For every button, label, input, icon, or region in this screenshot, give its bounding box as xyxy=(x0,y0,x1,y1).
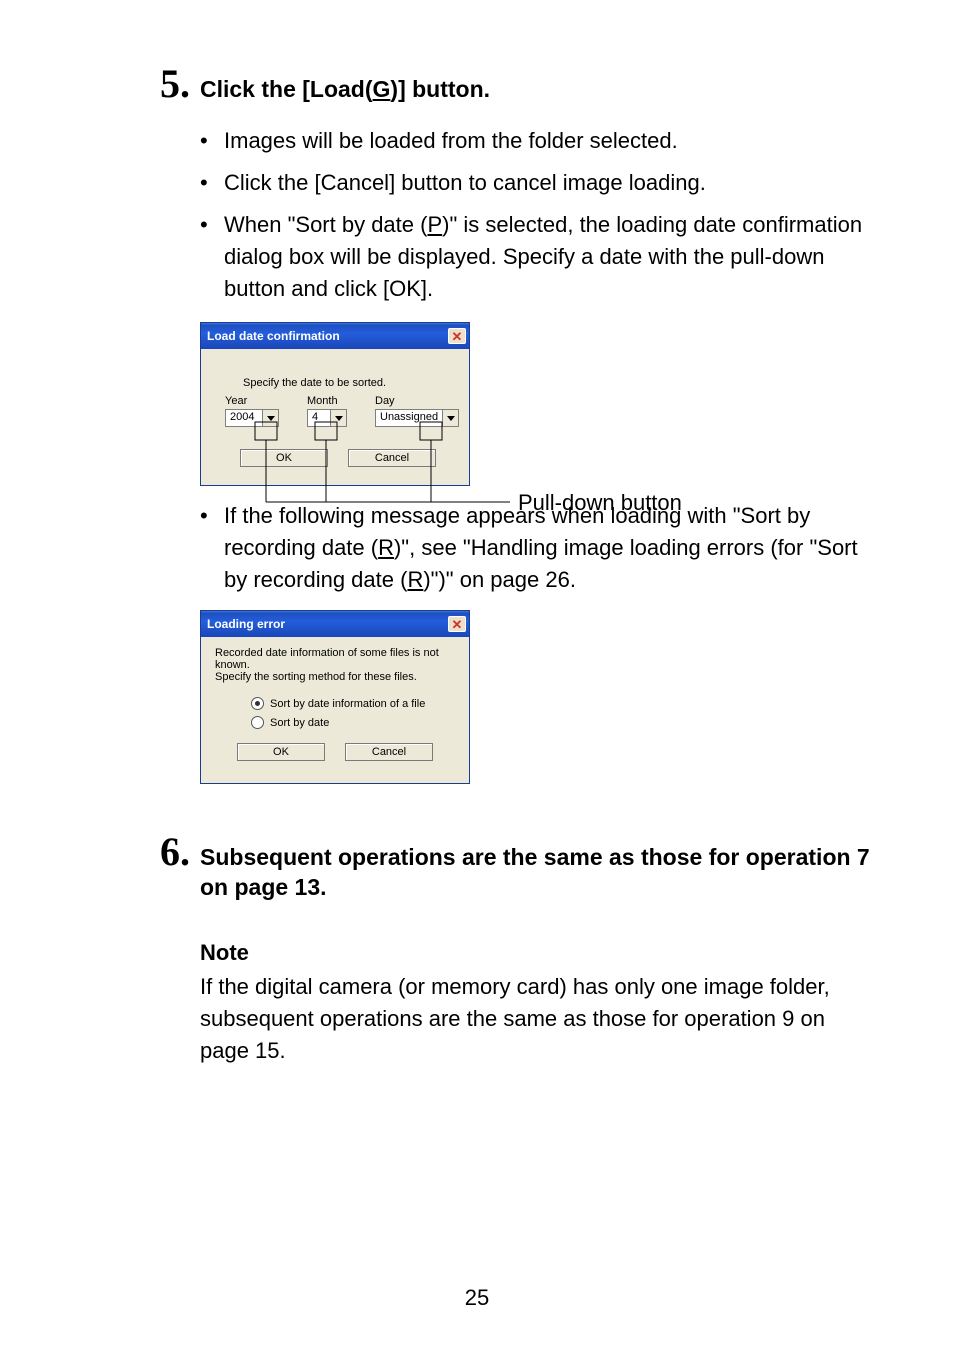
radio-option-sort-by-date[interactable]: Sort by date xyxy=(251,716,455,729)
bullet-item: Click the [Cancel] button to cancel imag… xyxy=(200,167,874,199)
radio-group: Sort by date information of a file Sort … xyxy=(251,697,455,729)
dialog2-title: Loading error xyxy=(207,617,285,631)
date-row: Year 2004 Month 4 Day xyxy=(225,395,451,427)
month-combo[interactable]: 4 xyxy=(307,409,347,427)
ok-button[interactable]: OK xyxy=(237,743,325,761)
step5-bullets: Images will be loaded from the folder se… xyxy=(200,125,874,304)
dialog1-body: Specify the date to be sorted. Year 2004… xyxy=(201,349,469,485)
dialog2-msg-line2: Specify the sorting method for these fil… xyxy=(215,671,455,683)
page: 5. Click the [Load(G)] button. Images wi… xyxy=(0,0,954,1066)
dialog2-titlebar: Loading error ✕ xyxy=(201,611,469,637)
bullet-item: If the following message appears when lo… xyxy=(200,500,874,596)
dialog1-button-row: OK Cancel xyxy=(225,449,451,467)
year-dropdown-arrow[interactable] xyxy=(262,410,278,426)
step6-number: 6. xyxy=(160,828,190,875)
step5-title: Click the [Load(G)] button. xyxy=(200,75,490,105)
close-button[interactable]: ✕ xyxy=(448,616,466,632)
close-icon: ✕ xyxy=(452,618,463,631)
month-dropdown-arrow[interactable] xyxy=(330,410,346,426)
radio-option-file-date[interactable]: Sort by date information of a file xyxy=(251,697,455,710)
day-dropdown-arrow[interactable] xyxy=(442,410,458,426)
step5-number: 5. xyxy=(160,60,190,107)
chevron-down-icon xyxy=(335,416,343,421)
chevron-down-icon xyxy=(447,416,455,421)
dialog2-msg-line1: Recorded date information of some files … xyxy=(215,647,455,671)
ok-button[interactable]: OK xyxy=(240,449,328,467)
month-col: Month 4 xyxy=(307,395,347,427)
close-button[interactable]: ✕ xyxy=(448,328,466,344)
loading-error-dialog: Loading error ✕ Recorded date informatio… xyxy=(200,610,470,784)
step6-heading: 6. Subsequent operations are the same as… xyxy=(160,828,874,903)
page-number: 25 xyxy=(0,1285,954,1311)
radio-icon xyxy=(251,716,264,729)
step5-heading: 5. Click the [Load(G)] button. xyxy=(160,60,874,107)
step6-title: Subsequent operations are the same as th… xyxy=(200,843,874,903)
bullet-item: Images will be loaded from the folder se… xyxy=(200,125,874,157)
dialog1-titlebar: Load date confirmation ✕ xyxy=(201,323,469,349)
note-block: Note If the digital camera (or memory ca… xyxy=(200,937,874,1067)
year-combo[interactable]: 2004 xyxy=(225,409,279,427)
day-combo[interactable]: Unassigned xyxy=(375,409,459,427)
chevron-down-icon xyxy=(267,416,275,421)
step5-bullets-cont: If the following message appears when lo… xyxy=(200,500,874,596)
year-label: Year xyxy=(225,395,279,407)
dialog1-instruction: Specify the date to be sorted. xyxy=(243,377,451,389)
note-title: Note xyxy=(200,937,874,969)
dialog1-title: Load date confirmation xyxy=(207,329,340,343)
cancel-button[interactable]: Cancel xyxy=(345,743,433,761)
month-label: Month xyxy=(307,395,347,407)
radio-icon xyxy=(251,697,264,710)
cancel-button[interactable]: Cancel xyxy=(348,449,436,467)
bullet-item: When "Sort by date (P)" is selected, the… xyxy=(200,209,874,305)
dialog2-body: Recorded date information of some files … xyxy=(201,637,469,783)
close-icon: ✕ xyxy=(452,330,463,343)
year-col: Year 2004 xyxy=(225,395,279,427)
load-date-confirmation-dialog: Load date confirmation ✕ Specify the dat… xyxy=(200,322,470,486)
note-body: If the digital camera (or memory card) h… xyxy=(200,971,874,1067)
dialog2-button-row: OK Cancel xyxy=(215,743,455,761)
dialog1-wrap: Load date confirmation ✕ Specify the dat… xyxy=(200,322,720,486)
day-col: Day Unassigned xyxy=(375,395,459,427)
day-label: Day xyxy=(375,395,459,407)
